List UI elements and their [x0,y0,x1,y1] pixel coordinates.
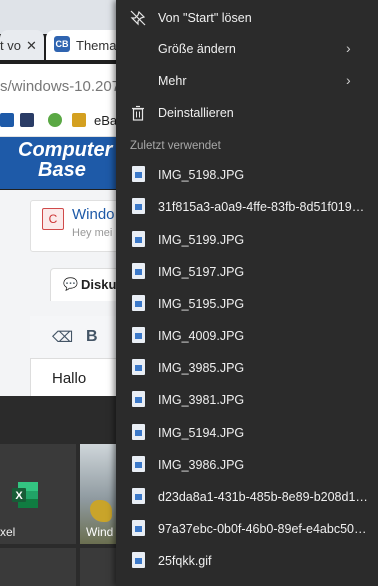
avatar: C [42,208,64,230]
menu-item-more[interactable]: Mehr › [116,65,362,97]
menu-item-label: Deinstallieren [158,106,234,120]
excel-icon: X [12,482,38,508]
recent-file-item[interactable]: IMG_3985.JPG [116,352,374,384]
recent-file-label: 25fqkk.gif [158,554,212,568]
excel-label: xel [0,525,16,539]
menu-item-uninstall[interactable]: Deinstallieren [116,97,362,129]
image-file-icon [132,359,145,375]
image-file-icon [132,231,145,247]
recent-file-item[interactable]: IMG_3986.JPG [116,449,374,481]
thread-subtitle: Hey mei [72,227,113,239]
bookmark-icon[interactable] [20,113,34,127]
image-file-icon [132,520,145,536]
editor-toolbar [30,316,130,359]
recent-file-label: IMG_5198.JPG [158,168,245,182]
computerbase-logo[interactable]: Computer Base [18,140,112,180]
recent-file-item[interactable]: 97a37ebc-0b0f-46b0-89ef-e4abc5076... [116,513,374,545]
image-file-icon [132,424,145,440]
recent-file-item[interactable]: IMG_5195.JPG [116,288,374,320]
chevron-right-icon: › [346,72,351,88]
recent-file-label: IMG_5195.JPG [158,297,245,311]
thread-title[interactable]: Windo [72,206,115,223]
recent-file-label: IMG_5197.JPG [158,265,245,279]
bookmark-icon[interactable] [0,113,14,127]
tile[interactable] [0,548,76,586]
tab-label: t vo [0,38,21,53]
image-file-icon [132,263,145,279]
close-icon[interactable]: ✕ [26,38,37,54]
recent-file-item[interactable]: d23da8a1-431b-485b-8e89-b208d183... [116,481,374,513]
image-file-icon [132,295,145,311]
recent-file-label: IMG_5194.JPG [158,426,245,440]
menu-item-unpin[interactable]: Von "Start" lösen [116,2,362,34]
bookmarks-bar: eBay [0,104,130,137]
recent-file-item[interactable]: IMG_4009.JPG [116,320,374,352]
recent-file-label: IMG_3986.JPG [158,458,245,472]
recent-file-label: IMG_5199.JPG [158,233,245,247]
image-file-icon [132,327,145,343]
computerbase-favicon: CB [54,36,70,52]
image-file-icon [132,488,145,504]
recent-file-label: IMG_3985.JPG [158,361,245,375]
recent-file-item[interactable]: IMG_5199.JPG [116,224,374,256]
logo-text-bottom: Base [38,159,86,181]
image-file-icon [132,166,145,182]
recent-file-item[interactable]: 31f815a3-a0a9-4ffe-83fb-8d51f0193e... [116,191,374,223]
image-file-icon [132,456,145,472]
recent-file-label: IMG_4009.JPG [158,329,245,343]
recent-file-label: d23da8a1-431b-485b-8e89-b208d183... [158,490,370,504]
menu-item-resize[interactable]: Größe ändern › [116,33,362,65]
address-bar[interactable]: s/windows-10.207/ [0,64,130,105]
menu-item-label: Mehr [158,74,187,88]
eraser-icon[interactable]: ⌫ [52,328,73,346]
browser-tab-thema[interactable]: CB Thema [46,30,126,60]
recent-file-label: 97a37ebc-0b0f-46b0-89ef-e4abc5076... [158,522,370,536]
editor-text[interactable]: Hallo [52,370,86,387]
menu-item-label: Von "Start" lösen [158,11,252,25]
recent-section-title: Zuletzt verwendet [130,140,221,152]
unpin-icon [130,10,146,26]
photos-label: Wind [86,525,114,539]
image-file-icon [132,391,145,407]
logo-text-top: Computer [18,139,113,161]
context-menu: Von "Start" lösen Größe ändern › Mehr › … [116,0,378,586]
trash-icon [132,105,144,121]
recent-file-item[interactable]: 25fqkk.gif [116,545,374,577]
recent-file-label: IMG_3981.JPG [158,393,245,407]
bookmark-icon[interactable] [48,113,62,127]
address-text: s/windows-10.207/ [0,78,125,95]
browser-tab-partial[interactable]: t vo ✕ [0,30,44,60]
image-file-icon [132,198,145,214]
menu-item-label: Größe ändern [158,42,236,56]
tab-label: Disku [81,277,117,292]
image-file-icon [132,552,145,568]
recent-file-item[interactable]: IMG_3981.JPG [116,384,374,416]
bold-button[interactable]: B [86,328,98,346]
recent-file-item[interactable]: IMG_5198.JPG [116,159,374,191]
bookmark-icon[interactable] [72,113,86,127]
recent-file-label: 31f815a3-a0a9-4ffe-83fb-8d51f0193e... [158,200,370,214]
chat-icon: 💬 [63,277,78,291]
tab-label: Thema [76,38,117,53]
recent-file-item[interactable]: IMG_5194.JPG [116,417,374,449]
chevron-right-icon: › [346,40,351,56]
recent-file-item[interactable]: IMG_5197.JPG [116,256,374,288]
svg-text:X: X [15,490,23,502]
